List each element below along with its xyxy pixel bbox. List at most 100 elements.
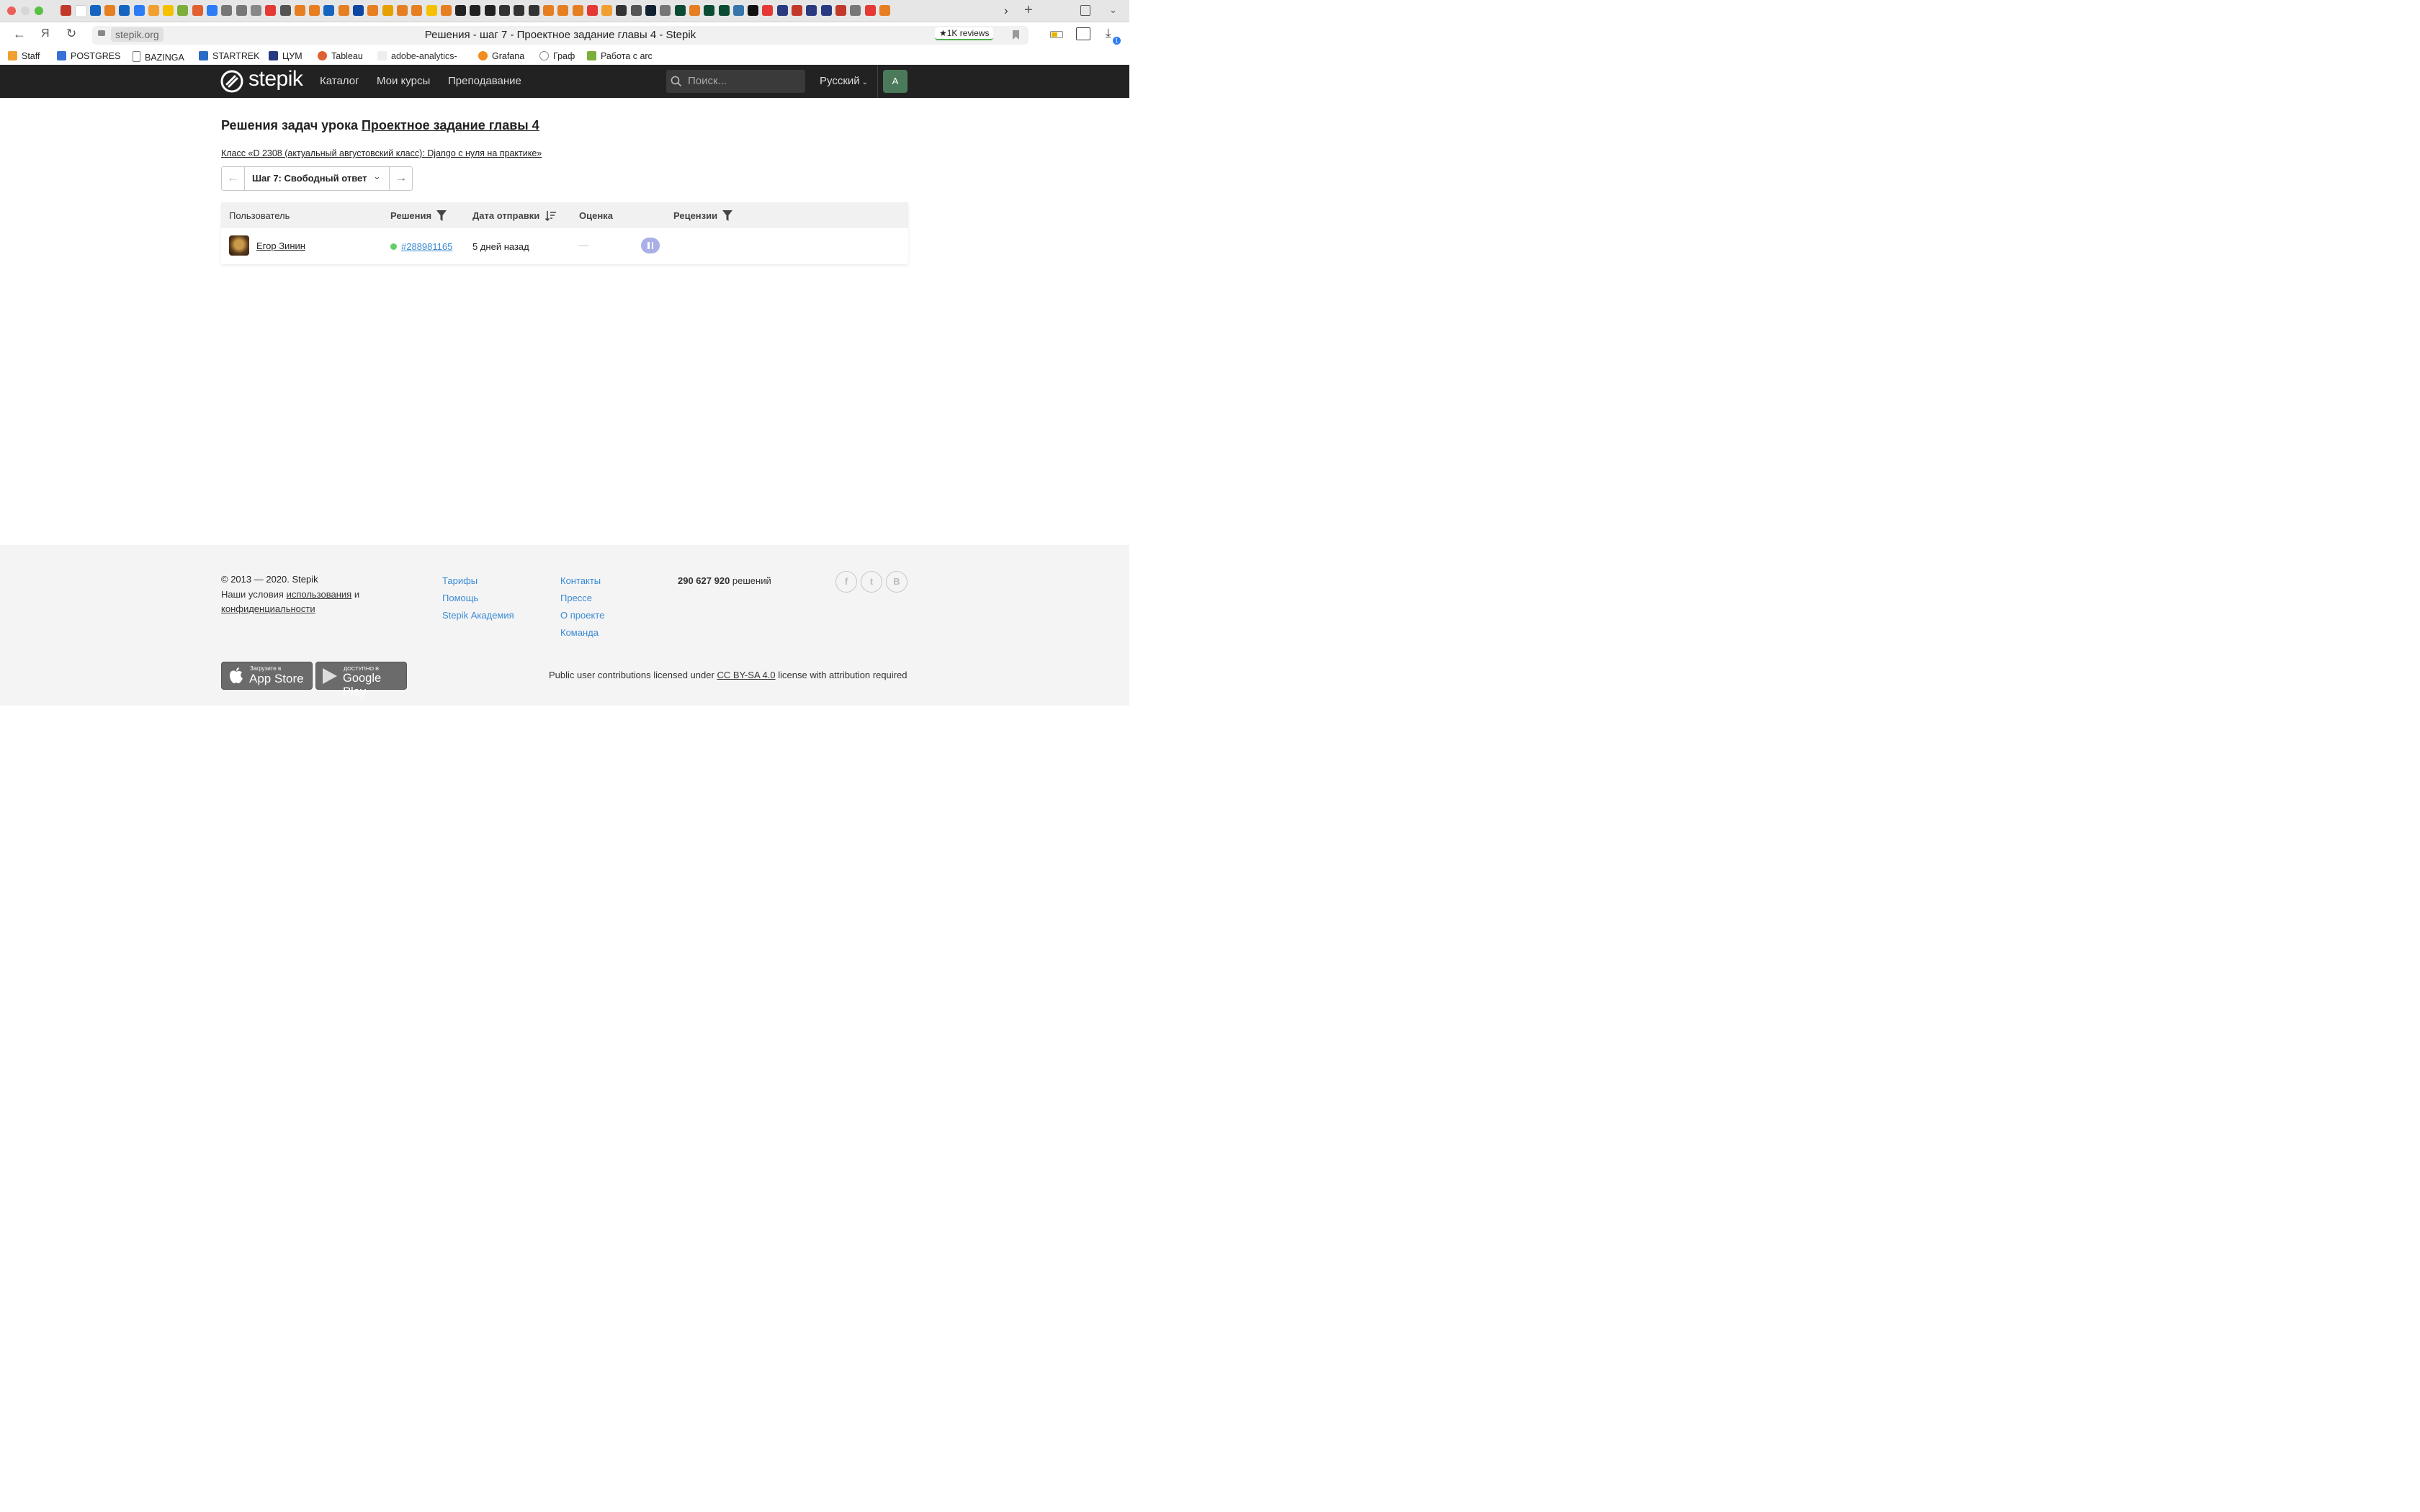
tab-favicon-icon[interactable] [265, 5, 277, 16]
tab-favicon-icon[interactable] [748, 5, 759, 16]
tab-favicon-icon[interactable] [704, 5, 715, 16]
tabs-scroll-right-icon[interactable]: › [1004, 4, 1008, 18]
solution-link[interactable]: #288981165 [401, 241, 452, 252]
tab-favicon-icon[interactable] [630, 5, 642, 16]
nav-my-courses[interactable]: Мои курсы [377, 75, 430, 87]
stepik-logo-text[interactable]: stepik [248, 67, 303, 91]
tab-favicon-icon[interactable] [616, 5, 627, 16]
tab-favicon-icon[interactable] [660, 5, 671, 16]
tab-favicon-icon[interactable] [207, 5, 218, 16]
tab-favicon-icon[interactable] [514, 5, 525, 16]
bookmark-postgres[interactable]: POSTGRES [57, 51, 120, 61]
tab-favicon-icon[interactable] [221, 5, 233, 16]
url-box[interactable]: stepik.org Решения - шаг 7 - Проектное з… [92, 26, 1028, 45]
tab-favicon-icon[interactable] [557, 5, 569, 16]
tab-favicon-icon[interactable] [163, 5, 174, 16]
tab-favicon-icon[interactable] [382, 5, 393, 16]
header-user[interactable]: Пользователь [229, 210, 290, 221]
user-avatar[interactable]: А [883, 70, 908, 93]
bookmark-graph[interactable]: Граф [539, 51, 575, 61]
sort-descending-icon[interactable] [545, 210, 556, 221]
tab-favicon-icon[interactable] [119, 5, 130, 16]
translate-icon[interactable] [1076, 27, 1090, 40]
tab-favicon-icon[interactable] [104, 5, 115, 16]
stepik-logo-icon[interactable] [220, 70, 243, 93]
facebook-icon[interactable]: f [835, 571, 857, 593]
tab-favicon-icon[interactable] [250, 5, 261, 16]
bookmark-grafana[interactable]: Grafana [478, 51, 524, 61]
google-play-button[interactable]: ДОСТУПНО В Google Play [315, 662, 407, 698]
tab-favicon-icon[interactable] [133, 5, 145, 16]
tab-manager-icon[interactable] [1080, 5, 1090, 16]
bookmark-staff[interactable]: Staff [8, 51, 40, 61]
prev-step-button[interactable]: ← [222, 167, 245, 190]
filter-icon[interactable] [722, 210, 732, 221]
nav-catalog[interactable]: Каталог [320, 75, 359, 87]
tab-favicon-icon[interactable] [309, 5, 321, 16]
tab-favicon-icon[interactable] [820, 5, 832, 16]
tab-favicon-icon[interactable] [89, 5, 101, 16]
tab-favicon-icon[interactable] [396, 5, 408, 16]
user-link[interactable]: Егор Зинин [256, 240, 305, 251]
footer-link-help[interactable]: Помощь [442, 593, 478, 603]
back-arrow-icon[interactable]: ← [13, 27, 26, 42]
tab-favicon-icon[interactable] [455, 5, 467, 16]
header-date[interactable]: Дата отправки [472, 210, 539, 221]
tab-favicon-icon[interactable] [528, 5, 539, 16]
tab-favicon-icon[interactable] [762, 5, 774, 16]
minimize-window-button[interactable] [21, 6, 30, 15]
license-link[interactable]: CC BY-SA 4.0 [717, 670, 775, 680]
tab-favicon-icon[interactable] [601, 5, 613, 16]
filter-icon[interactable] [436, 210, 447, 221]
tab-favicon-icon[interactable] [411, 5, 423, 16]
tab-favicon-icon[interactable] [586, 5, 598, 16]
tab-favicon-icon[interactable] [75, 5, 88, 17]
bookmark-adobe-analytics[interactable]: adobe-analytics- [377, 51, 457, 61]
tab-favicon-icon[interactable] [192, 5, 203, 16]
window-menu-icon[interactable]: ⌄ [1109, 4, 1117, 16]
header-solutions[interactable]: Решения [390, 210, 431, 221]
footer-link-academy[interactable]: Stepik Академия [442, 610, 514, 621]
chevron-down-icon[interactable]: ⌄ [373, 171, 381, 182]
tab-favicon-icon[interactable] [850, 5, 861, 16]
tab-favicon-icon[interactable] [645, 5, 656, 16]
nav-teaching[interactable]: Преподавание [448, 75, 521, 87]
tab-favicon-icon[interactable] [835, 5, 846, 16]
tab-favicon-icon[interactable] [718, 5, 730, 16]
terms-link[interactable]: использования [287, 589, 352, 600]
tab-favicon-icon[interactable] [279, 5, 291, 16]
search-box[interactable]: Поиск... [666, 70, 805, 93]
yandex-icon[interactable]: Я [41, 27, 50, 40]
next-step-button[interactable]: → [389, 167, 413, 190]
footer-link-team[interactable]: Команда [560, 627, 599, 638]
footer-link-pricing[interactable]: Тарифы [442, 575, 478, 586]
tab-favicon-icon[interactable] [484, 5, 496, 16]
search-input[interactable]: Поиск... [688, 75, 727, 87]
pause-review-button[interactable] [641, 238, 660, 253]
tab-favicon-icon[interactable] [732, 5, 744, 16]
battery-icon[interactable] [1050, 31, 1063, 38]
tab-favicon-icon[interactable] [499, 5, 510, 16]
tab-favicon-icon[interactable] [689, 5, 700, 16]
tab-favicon-icon[interactable] [294, 5, 305, 16]
new-tab-button[interactable]: + [1024, 2, 1033, 19]
bookmark-tableau[interactable]: Tableau [318, 51, 363, 61]
tab-favicon-icon[interactable] [674, 5, 686, 16]
tab-favicon-icon[interactable] [776, 5, 788, 16]
user-avatar[interactable] [229, 235, 249, 256]
tab-favicon-icon[interactable] [572, 5, 583, 16]
bookmark-arc[interactable]: Работа с arc [587, 51, 653, 61]
zoom-window-button[interactable] [35, 6, 43, 15]
reload-icon[interactable]: ↻ [66, 27, 76, 41]
tab-favicon-icon[interactable] [367, 5, 379, 16]
tab-favicon-icon[interactable] [353, 5, 364, 16]
language-selector[interactable]: Русский ⌄ [820, 75, 868, 87]
app-store-button[interactable]: Загрузите в App Store [221, 662, 313, 690]
download-icon[interactable]: ⤓ [1106, 26, 1111, 40]
tab-favicon-icon[interactable] [806, 5, 817, 16]
tab-favicon-icon[interactable] [440, 5, 452, 16]
vk-icon[interactable]: B [886, 571, 908, 593]
privacy-link[interactable]: конфиденциальности [221, 603, 315, 614]
step-select[interactable]: Шаг 7: Свободный ответ [252, 173, 367, 184]
lesson-link[interactable]: Проектное задание главы 4 [362, 118, 539, 132]
